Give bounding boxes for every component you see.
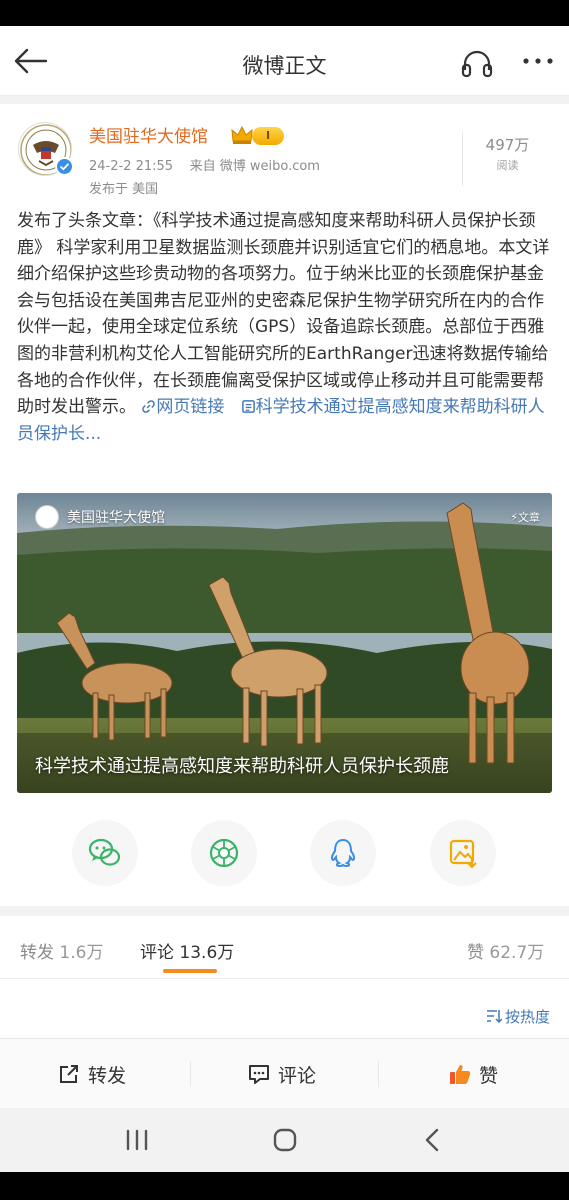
save-image-button[interactable] — [430, 820, 496, 886]
link-icon — [142, 400, 156, 413]
repost-icon — [60, 1065, 78, 1083]
save-image-icon — [449, 839, 477, 869]
qq-icon — [330, 838, 356, 868]
publish-location: 发布于 美国 — [89, 182, 159, 197]
thumbs-up-icon — [450, 1065, 471, 1084]
sort-icon — [487, 1010, 502, 1023]
card-source-logo — [35, 505, 59, 529]
share-qq-button[interactable] — [310, 820, 376, 886]
tab-reposts-count: 1.6万 — [59, 943, 104, 963]
more-options-icon[interactable] — [520, 50, 556, 72]
weibo-detail-screen: 微博正文 美国驻华大使馆 I 24-2-2 21:55 来自 微博 weibo.… — [0, 26, 569, 1172]
bottom-bezel — [0, 1172, 569, 1200]
active-tab-indicator — [163, 969, 217, 973]
bottom-action-bar: 转发 评论 赞 — [0, 1038, 569, 1108]
verified-badge-icon — [55, 157, 74, 176]
web-link[interactable]: 网页链接 — [141, 397, 229, 417]
wechat-icon — [88, 838, 121, 866]
tab-reposts[interactable]: 转发 1.6万 — [20, 938, 103, 963]
card-source: 美国驻华大使馆 — [67, 510, 165, 526]
giraffe-photo — [17, 493, 552, 793]
section-gap — [0, 96, 569, 104]
comment-icon — [249, 1065, 269, 1084]
tab-comments[interactable]: 评论 13.6万 — [140, 938, 234, 963]
lightning-icon: ⚡ — [510, 511, 518, 524]
status-bar — [0, 0, 569, 26]
card-type-label: 文章 — [518, 511, 540, 524]
top-nav-bar: 微博正文 — [0, 26, 569, 96]
share-moments-button[interactable] — [191, 820, 257, 886]
post-text: 发布了头条文章：《科学技术通过提高感知度来帮助科研人员保护长颈鹿》 科学家利用卫… — [17, 211, 550, 418]
tab-comments-count: 13.6万 — [179, 943, 235, 963]
tab-comments-label: 评论 — [140, 943, 174, 963]
post-timestamp: 24-2-2 21:55 — [89, 159, 174, 174]
read-count-box: 497万 阅读 — [462, 132, 552, 186]
crown-icon — [231, 125, 253, 144]
card-caption: 科学技术通过提高感知度来帮助科研人员保护长颈鹿 — [35, 756, 449, 777]
tab-likes-count: 62.7万 — [489, 943, 545, 963]
read-count: 497万 — [485, 136, 530, 154]
sort-by-hot-button[interactable]: 按热度 — [486, 1006, 550, 1027]
sort-label: 按热度 — [505, 1008, 551, 1026]
vip-level-badge: I — [252, 127, 284, 145]
card-type: ⚡文章 — [510, 509, 540, 525]
repost-button[interactable]: 转发 — [58, 1061, 126, 1088]
recent-apps-icon[interactable] — [122, 1126, 152, 1154]
comment-label: 评论 — [278, 1065, 317, 1087]
post-meta: 24-2-2 21:55 来自 微博 weibo.com — [89, 155, 320, 174]
share-wechat-button[interactable] — [72, 820, 138, 886]
moments-icon — [209, 838, 239, 868]
read-count-label: 阅读 — [496, 159, 519, 172]
comment-button[interactable]: 评论 — [248, 1061, 316, 1088]
back-icon[interactable] — [418, 1126, 448, 1154]
like-button[interactable]: 赞 — [449, 1061, 498, 1088]
home-icon[interactable] — [270, 1126, 300, 1154]
divider — [0, 978, 569, 979]
tab-likes-label: 赞 — [467, 943, 484, 963]
system-nav-bar — [0, 1108, 569, 1172]
divider — [378, 1061, 379, 1087]
headphone-icon[interactable] — [460, 48, 494, 78]
tab-reposts-label: 转发 — [20, 943, 54, 963]
web-link-label: 网页链接 — [156, 397, 225, 418]
article-card[interactable]: 美国驻华大使馆 ⚡文章 科学技术通过提高感知度来帮助科研人员保护长颈鹿 — [17, 493, 552, 793]
post-body: 发布了头条文章：《科学技术通过提高感知度来帮助科研人员保护长颈鹿》 科学家利用卫… — [17, 208, 557, 447]
author-name[interactable]: 美国驻华大使馆 — [89, 122, 208, 147]
like-label: 赞 — [479, 1065, 499, 1087]
repost-label: 转发 — [88, 1065, 127, 1087]
post-source: 来自 微博 weibo.com — [189, 159, 320, 174]
divider — [190, 1061, 191, 1087]
tab-likes[interactable]: 赞 62.7万 — [467, 938, 544, 963]
article-icon — [241, 400, 255, 414]
section-gap — [0, 906, 569, 916]
